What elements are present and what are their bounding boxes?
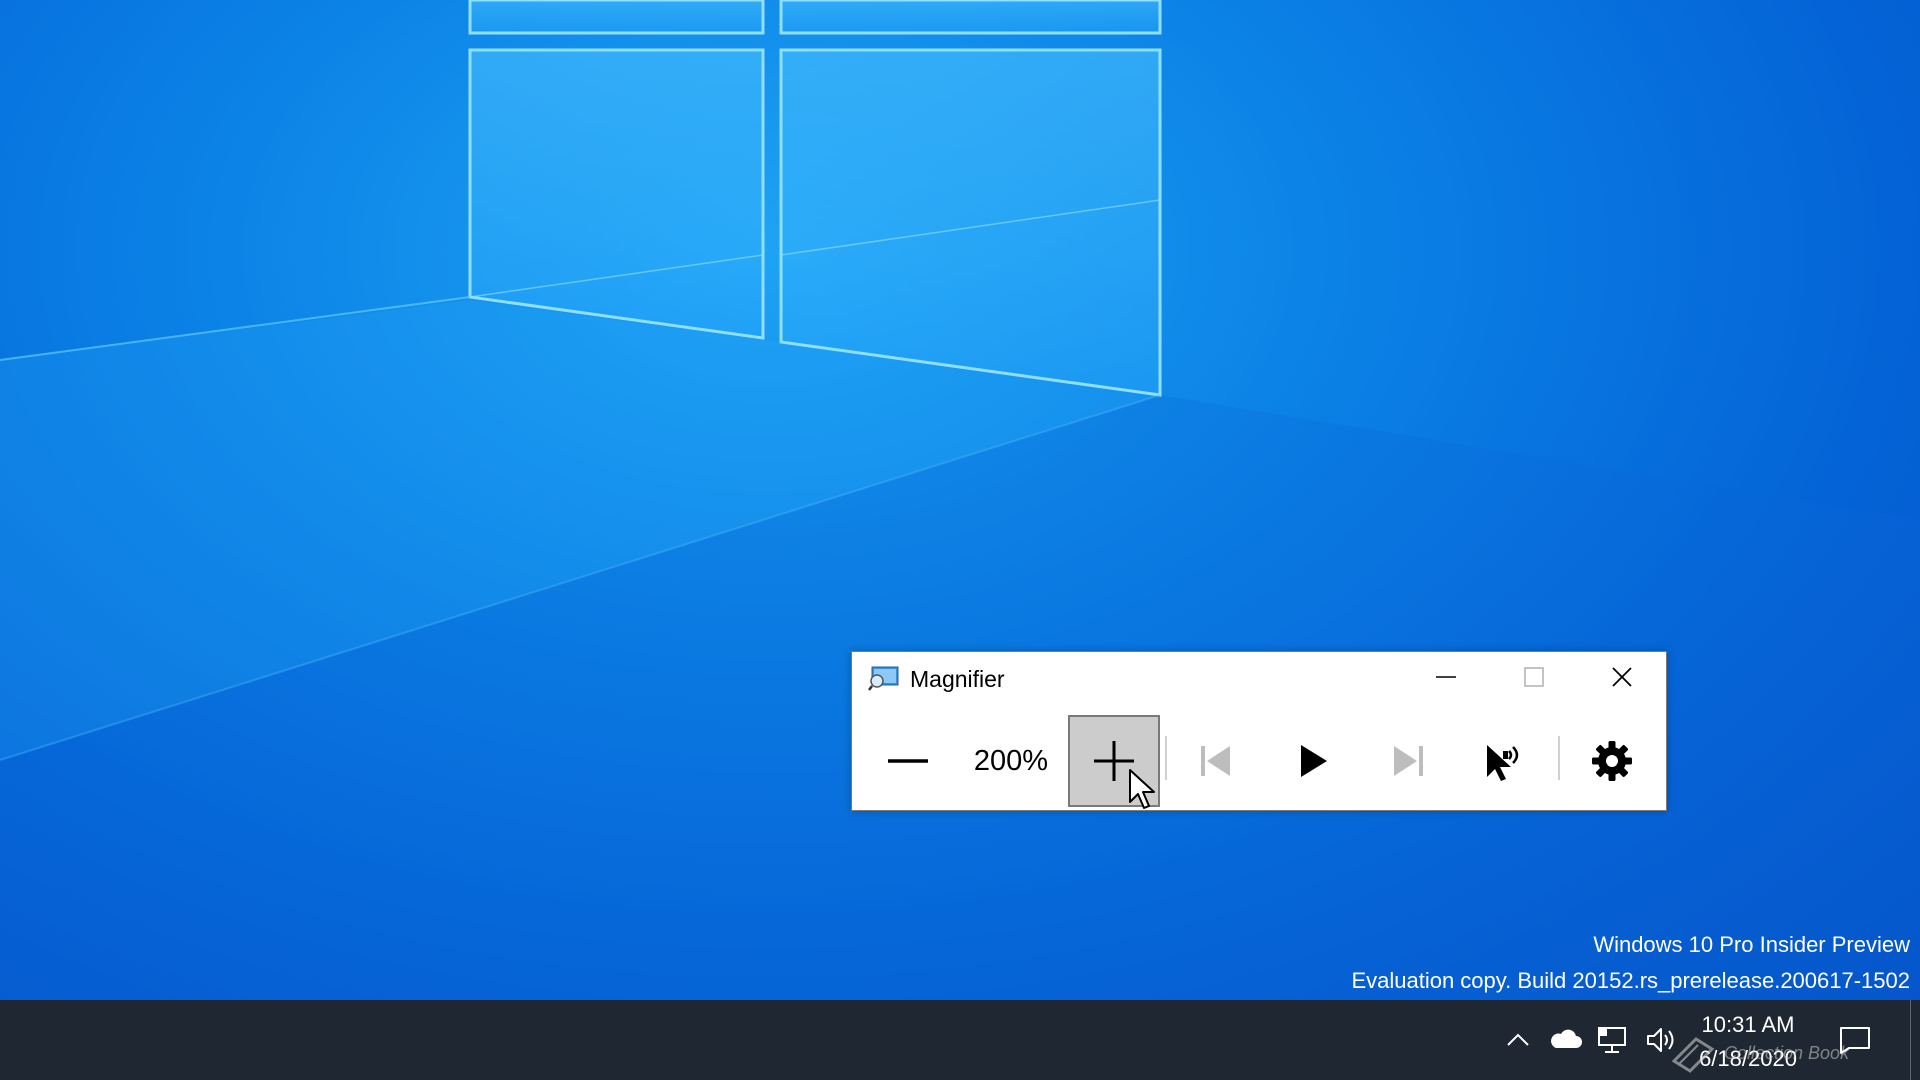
minimize-button[interactable] bbox=[1402, 652, 1490, 702]
toolbar-separator bbox=[1165, 736, 1167, 780]
windows-logo-wallpaper bbox=[0, 0, 1920, 1000]
maximize-button[interactable] bbox=[1490, 652, 1578, 702]
skip-forward-icon bbox=[1394, 746, 1423, 776]
play-icon bbox=[1301, 745, 1327, 777]
watermark-edition: Windows 10 Pro Insider Preview bbox=[1593, 932, 1910, 957]
read-from-pointer-button[interactable] bbox=[1459, 715, 1551, 807]
taskbar: 10:31 AM 6/18/2020 Collection Book bbox=[0, 1000, 1920, 1080]
mouse-cursor bbox=[1129, 769, 1155, 809]
minus-icon bbox=[888, 759, 928, 763]
toolbar-separator bbox=[1558, 736, 1560, 780]
magnifier-window: Magnifier 200% bbox=[851, 651, 1667, 811]
pointer-speaker-icon bbox=[1487, 745, 1519, 781]
settings-button[interactable] bbox=[1566, 715, 1658, 807]
close-icon bbox=[1612, 667, 1632, 687]
network-icon bbox=[1598, 1027, 1626, 1053]
read-next-button[interactable] bbox=[1362, 715, 1454, 807]
show-hidden-icons-button[interactable] bbox=[1498, 1020, 1538, 1060]
read-play-button[interactable] bbox=[1266, 715, 1358, 807]
gear-icon bbox=[1592, 741, 1632, 781]
title-bar[interactable]: Magnifier bbox=[852, 652, 1666, 702]
action-center-icon bbox=[1840, 1027, 1870, 1054]
watermark-build: Evaluation copy. Build 20152.rs_prerelea… bbox=[1351, 968, 1910, 993]
read-previous-button[interactable] bbox=[1170, 715, 1262, 807]
minimize-icon bbox=[1436, 676, 1456, 678]
book-logo-icon bbox=[1671, 1037, 1715, 1073]
zoom-out-button[interactable] bbox=[862, 715, 954, 807]
magnifier-app-icon bbox=[868, 666, 899, 691]
publisher-watermark-logo: Collection Book bbox=[1668, 1028, 1849, 1078]
zoom-level-label: 200% bbox=[973, 744, 1049, 777]
network-tray-button[interactable] bbox=[1593, 1020, 1633, 1060]
window-title: Magnifier bbox=[910, 666, 1005, 692]
show-desktop-button[interactable] bbox=[1910, 1000, 1915, 1080]
action-center-button[interactable] bbox=[1830, 1018, 1880, 1062]
close-button[interactable] bbox=[1578, 652, 1666, 702]
onedrive-tray-button[interactable] bbox=[1545, 1020, 1585, 1060]
onedrive-cloud-icon bbox=[1551, 1029, 1582, 1048]
magnifier-toolbar: 200% bbox=[852, 712, 1666, 808]
desktop-background: Windows 10 Pro Insider Preview Evaluatio… bbox=[0, 0, 1920, 1000]
maximize-icon bbox=[1524, 667, 1544, 687]
chevron-up-icon bbox=[1507, 1033, 1529, 1046]
skip-back-icon bbox=[1201, 746, 1230, 776]
